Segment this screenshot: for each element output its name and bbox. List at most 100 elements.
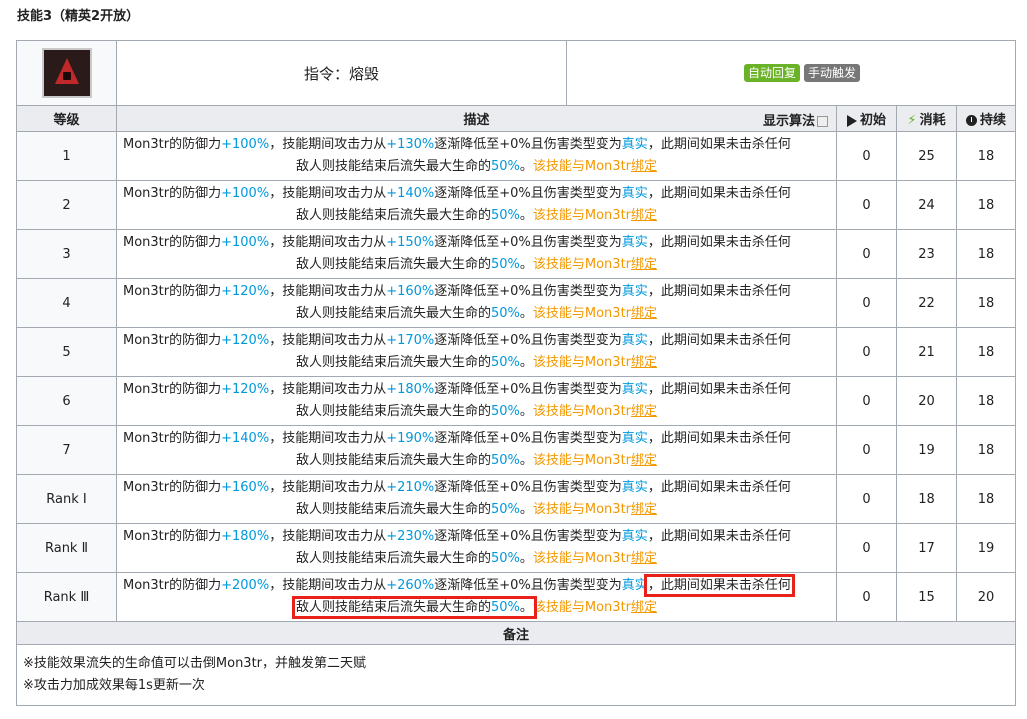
desc-text: Mon3tr的防御力 <box>123 137 222 152</box>
desc-text-group: 敌人则技能结束后流失最大生命的50%。 <box>296 453 533 468</box>
row-initial: 0 <box>836 229 897 279</box>
table-row: 5 Mon3tr的防御力+120%，技能期间攻击力从+170%逐渐降低至+0%且伤… <box>16 327 1017 377</box>
bind-link[interactable]: 绑定 <box>631 600 657 615</box>
table-row: 4 Mon3tr的防御力+120%，技能期间攻击力从+160%逐渐降低至+0%且伤… <box>16 278 1017 328</box>
row-description: Mon3tr的防御力+120%，技能期间攻击力从+160%逐渐降低至+0%且伤害… <box>116 278 837 328</box>
skill-icon-cell <box>16 40 117 106</box>
row-duration: 18 <box>955 131 1017 181</box>
row-level: Rank Ⅱ <box>16 523 117 573</box>
row-duration: 18 <box>955 425 1017 475</box>
desc-text: Mon3tr的防御力 <box>123 382 222 397</box>
hp-loss-percent: 50% <box>490 404 520 419</box>
row-cost: 22 <box>896 278 957 328</box>
atk-bonus: +190% <box>386 431 435 446</box>
desc-text: 敌人则技能结束后流失最大生命的 <box>295 159 491 174</box>
show-algorithm-toggle[interactable]: 显示算法 <box>763 110 828 129</box>
desc-line-2: 敌人则技能结束后流失最大生命的50%。该技能与Mon3tr绑定 <box>123 596 830 619</box>
desc-text: ，此期间如果未击杀任何 <box>647 431 791 446</box>
def-bonus: +180% <box>221 529 270 544</box>
bind-note: 该技能与Mon3tr <box>532 453 632 468</box>
bind-link[interactable]: 绑定 <box>631 551 657 566</box>
desc-text: 逐渐降低至+0%且伤害类型变为 <box>434 137 622 152</box>
desc-text: 敌人则技能结束后流失最大生命的 <box>295 404 491 419</box>
row-duration: 18 <box>955 278 1017 328</box>
desc-text: Mon3tr的防御力 <box>123 480 222 495</box>
bind-note: 该技能与Mon3tr <box>532 502 632 517</box>
bind-link[interactable]: 绑定 <box>631 257 657 272</box>
clock-icon <box>966 115 977 126</box>
hp-loss-percent: 50% <box>490 551 520 566</box>
def-bonus: +160% <box>221 480 270 495</box>
hp-loss-percent: 50% <box>490 208 520 223</box>
bolt-icon: ⚡ <box>907 113 917 128</box>
row-duration: 18 <box>955 180 1017 230</box>
column-header-row: 等级 描述 显示算法 初始 ⚡ 消耗 持续 <box>16 105 1017 132</box>
true-damage-term: 真实 <box>621 382 648 397</box>
desc-line-2: 敌人则技能结束后流失最大生命的50%。该技能与Mon3tr绑定 <box>123 205 830 227</box>
skill-rows: 1 Mon3tr的防御力+100%，技能期间攻击力从+130%逐渐降低至+0%且伤… <box>16 131 1017 622</box>
true-damage-term: 真实 <box>621 137 648 152</box>
desc-text: ，技能期间攻击力从 <box>269 186 387 201</box>
desc-line-1: Mon3tr的防御力+180%，技能期间攻击力从+230%逐渐降低至+0%且伤害… <box>123 526 830 548</box>
desc-text: 逐渐降低至+0%且伤害类型变为 <box>434 186 622 201</box>
true-damage-term: 真实 <box>621 186 648 201</box>
col-initial-label: 初始 <box>859 113 886 128</box>
row-duration: 18 <box>955 376 1017 426</box>
row-duration: 20 <box>955 572 1017 622</box>
row-description: Mon3tr的防御力+180%，技能期间攻击力从+230%逐渐降低至+0%且伤害… <box>116 523 837 573</box>
bind-link[interactable]: 绑定 <box>631 159 657 174</box>
desc-text: 逐渐降低至+0%且伤害类型变为 <box>434 235 622 250</box>
def-bonus: +120% <box>221 284 270 299</box>
row-description: Mon3tr的防御力+140%，技能期间攻击力从+190%逐渐降低至+0%且伤害… <box>116 425 837 475</box>
desc-line-2: 敌人则技能结束后流失最大生命的50%。该技能与Mon3tr绑定 <box>123 548 830 570</box>
show-algorithm-label: 显示算法 <box>762 114 815 129</box>
row-cost: 20 <box>896 376 957 426</box>
desc-text-group: 敌人则技能结束后流失最大生命的50%。 <box>296 208 533 223</box>
col-description-label: 描述 <box>463 113 490 128</box>
bind-note: 该技能与Mon3tr <box>532 306 632 321</box>
desc-text: 。 <box>519 355 533 370</box>
hp-loss-percent: 50% <box>490 600 520 615</box>
table-row: 7 Mon3tr的防御力+140%，技能期间攻击力从+190%逐渐降低至+0%且伤… <box>16 425 1017 475</box>
desc-line-2: 敌人则技能结束后流失最大生命的50%。该技能与Mon3tr绑定 <box>123 401 830 423</box>
bind-note: 该技能与Mon3tr <box>532 159 632 174</box>
desc-text: ，技能期间攻击力从 <box>269 578 387 593</box>
row-cost: 25 <box>896 131 957 181</box>
true-damage-term: 真实 <box>621 480 648 495</box>
skill-table: 指令：熔毁 自动回复 手动触发 等级 描述 显示算法 初始 ⚡ 消耗 持续 1 Mon… <box>15 40 1017 706</box>
bind-note: 该技能与Mon3tr <box>532 404 632 419</box>
row-description: Mon3tr的防御力+200%，技能期间攻击力从+260%逐渐降低至+0%且伤害… <box>116 572 837 622</box>
bind-link[interactable]: 绑定 <box>631 355 657 370</box>
desc-text: 逐渐降低至+0%且伤害类型变为 <box>434 529 622 544</box>
bind-link[interactable]: 绑定 <box>631 208 657 223</box>
bind-link[interactable]: 绑定 <box>631 404 657 419</box>
row-level: 4 <box>16 278 117 328</box>
desc-text: ，此期间如果未击杀任何 <box>647 529 791 544</box>
bind-link[interactable]: 绑定 <box>631 453 657 468</box>
desc-text: 逐渐降低至+0%且伤害类型变为 <box>434 284 622 299</box>
col-duration-label: 持续 <box>980 113 1007 128</box>
def-bonus: +100% <box>221 186 270 201</box>
bind-link[interactable]: 绑定 <box>631 306 657 321</box>
row-initial: 0 <box>836 180 897 230</box>
desc-line-1: Mon3tr的防御力+120%，技能期间攻击力从+180%逐渐降低至+0%且伤害… <box>123 379 830 401</box>
notes-row: ※技能效果流失的生命值可以击倒Mon3tr，并触发第二天赋 ※攻击力加成效果每1… <box>15 644 1017 706</box>
desc-text: 。 <box>519 257 533 272</box>
desc-text: Mon3tr的防御力 <box>123 578 222 593</box>
bind-link[interactable]: 绑定 <box>631 502 657 517</box>
row-initial: 0 <box>836 131 897 181</box>
row-cost: 15 <box>896 572 957 622</box>
desc-text: 。 <box>519 159 533 174</box>
checkbox-icon[interactable] <box>817 116 828 127</box>
row-level: 7 <box>16 425 117 475</box>
desc-text: ，技能期间攻击力从 <box>269 382 387 397</box>
atk-bonus: +160% <box>386 284 435 299</box>
row-cost: 24 <box>896 180 957 230</box>
desc-line-2: 敌人则技能结束后流失最大生命的50%。该技能与Mon3tr绑定 <box>123 450 830 472</box>
row-description: Mon3tr的防御力+160%，技能期间攻击力从+210%逐渐降低至+0%且伤害… <box>116 474 837 524</box>
desc-text: 。 <box>519 551 533 566</box>
desc-text: ，此期间如果未击杀任何 <box>647 186 791 201</box>
desc-text: 敌人则技能结束后流失最大生命的 <box>295 208 491 223</box>
row-cost: 19 <box>896 425 957 475</box>
desc-text: ，此期间如果未击杀任何 <box>647 284 791 299</box>
